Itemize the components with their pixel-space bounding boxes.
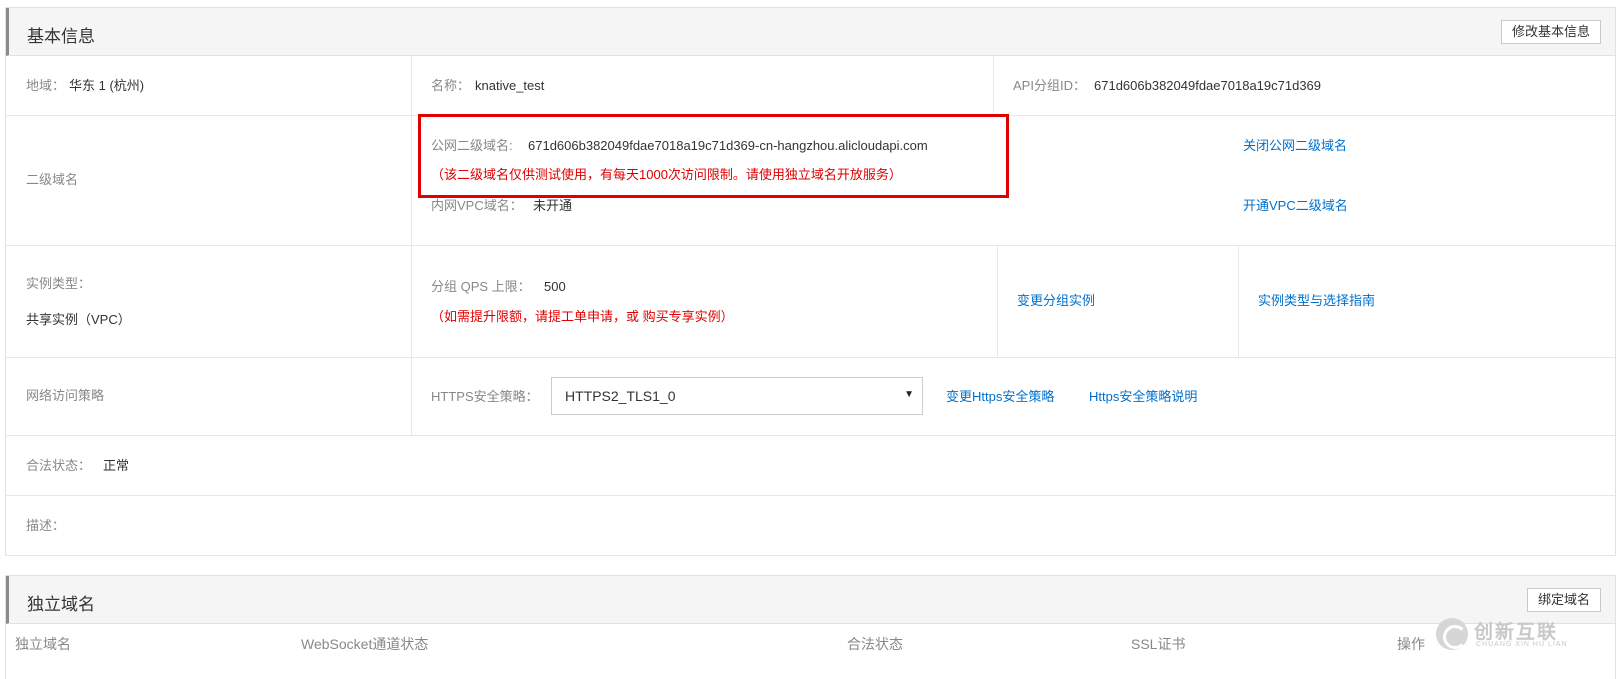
divider — [993, 56, 994, 115]
row-subdomain: 二级域名 公网二级域名: 671d606b382049fdae7018a19c7… — [5, 116, 1616, 246]
subdomain-label: 二级域名 — [26, 172, 79, 187]
column-header-actions: 操作 — [1397, 636, 1425, 652]
divider — [411, 56, 412, 115]
public-subdomain-value: 671d606b382049fdae7018a19c71d369-cn-hang… — [528, 138, 928, 153]
bind-domain-button[interactable]: 绑定域名 — [1526, 588, 1601, 612]
vpc-subdomain-label: 内网VPC域名： — [431, 198, 523, 213]
description-label: 描述： — [26, 518, 66, 533]
watermark-subtext: CHUANG XIN HU LIAN — [1476, 641, 1568, 648]
divider — [411, 358, 412, 435]
divider — [411, 116, 412, 245]
custom-domain-header: 独立域名 绑定域名 — [6, 576, 1615, 624]
divider — [411, 246, 412, 357]
change-instance-link[interactable]: 变更分组实例 — [1017, 292, 1095, 310]
basic-info-title: 基本信息 — [27, 27, 95, 46]
qps-label: 分组 QPS 上限： — [431, 279, 531, 294]
group-id-label: API分组ID： — [1013, 78, 1086, 93]
edit-basic-info-button[interactable]: 修改基本信息 — [1500, 20, 1601, 44]
custom-domain-title: 独立域名 — [27, 595, 95, 614]
caret-down-icon: ▼ — [904, 389, 914, 400]
region-value: 华东 1 (杭州) — [69, 78, 145, 93]
open-vpc-subdomain-link[interactable]: 开通VPC二级域名 — [1243, 197, 1348, 215]
region-label: 地域： — [26, 78, 66, 93]
column-header-websocket: WebSocket通道状态 — [301, 636, 429, 652]
legal-status-value: 正常 — [103, 458, 130, 473]
name-label: 名称： — [431, 78, 471, 93]
row-description: 描述： — [5, 496, 1616, 556]
custom-domain-panel: 独立域名 绑定域名 — [5, 575, 1616, 679]
name-value: knative_test — [475, 78, 545, 93]
instance-type-value: 共享实例（VPC） — [26, 312, 131, 327]
column-header-ssl: SSL证书 — [1131, 636, 1186, 652]
https-policy-label: HTTPS安全策略： — [431, 389, 539, 404]
watermark-logo: 创新互联 CHUANG XIN HU LIAN — [1436, 614, 1619, 654]
https-policy-selected: HTTPS2_TLS1_0 — [565, 388, 676, 404]
change-https-policy-link[interactable]: 变更Https安全策略 — [946, 388, 1054, 406]
public-subdomain-label: 公网二级域名: — [431, 138, 513, 153]
column-header-domain: 独立域名 — [15, 636, 71, 652]
row-legal-status: 合法状态： 正常 — [5, 436, 1616, 496]
row-identity: 地域： 华东 1 (杭州) 名称： knative_test API分组ID： … — [5, 56, 1616, 116]
https-policy-select[interactable]: HTTPS2_TLS1_0 ▼ — [551, 377, 923, 415]
https-policy-doc-link[interactable]: Https安全策略说明 — [1089, 388, 1197, 406]
row-instance: 实例类型： 共享实例（VPC） 分组 QPS 上限： 500 （如需提升限额，请… — [5, 246, 1616, 358]
qps-note: （如需提升限额，请提工单申请，或 购买专享实例） — [431, 309, 734, 324]
divider — [1238, 246, 1239, 357]
subdomain-warning: （该二级域名仅供测试使用，有每天1000次访问限制。请使用独立域名开放服务） — [431, 167, 902, 182]
group-id-value: 671d606b382049fdae7018a19c71d369 — [1094, 78, 1322, 93]
divider — [997, 246, 998, 357]
vpc-subdomain-value: 未开通 — [533, 198, 573, 213]
column-header-legal-status: 合法状态 — [847, 636, 903, 652]
network-policy-label: 网络访问策略 — [26, 388, 105, 403]
legal-status-label: 合法状态： — [26, 458, 92, 473]
qps-value: 500 — [544, 279, 566, 294]
logo-icon — [1436, 618, 1468, 650]
instance-guide-link[interactable]: 实例类型与选择指南 — [1258, 292, 1375, 310]
close-public-subdomain-link[interactable]: 关闭公网二级域名 — [1243, 137, 1347, 155]
watermark-text: 创新互联 — [1474, 622, 1559, 643]
basic-info-header: 基本信息 修改基本信息 — [6, 8, 1615, 56]
instance-type-label: 实例类型： — [26, 276, 92, 291]
